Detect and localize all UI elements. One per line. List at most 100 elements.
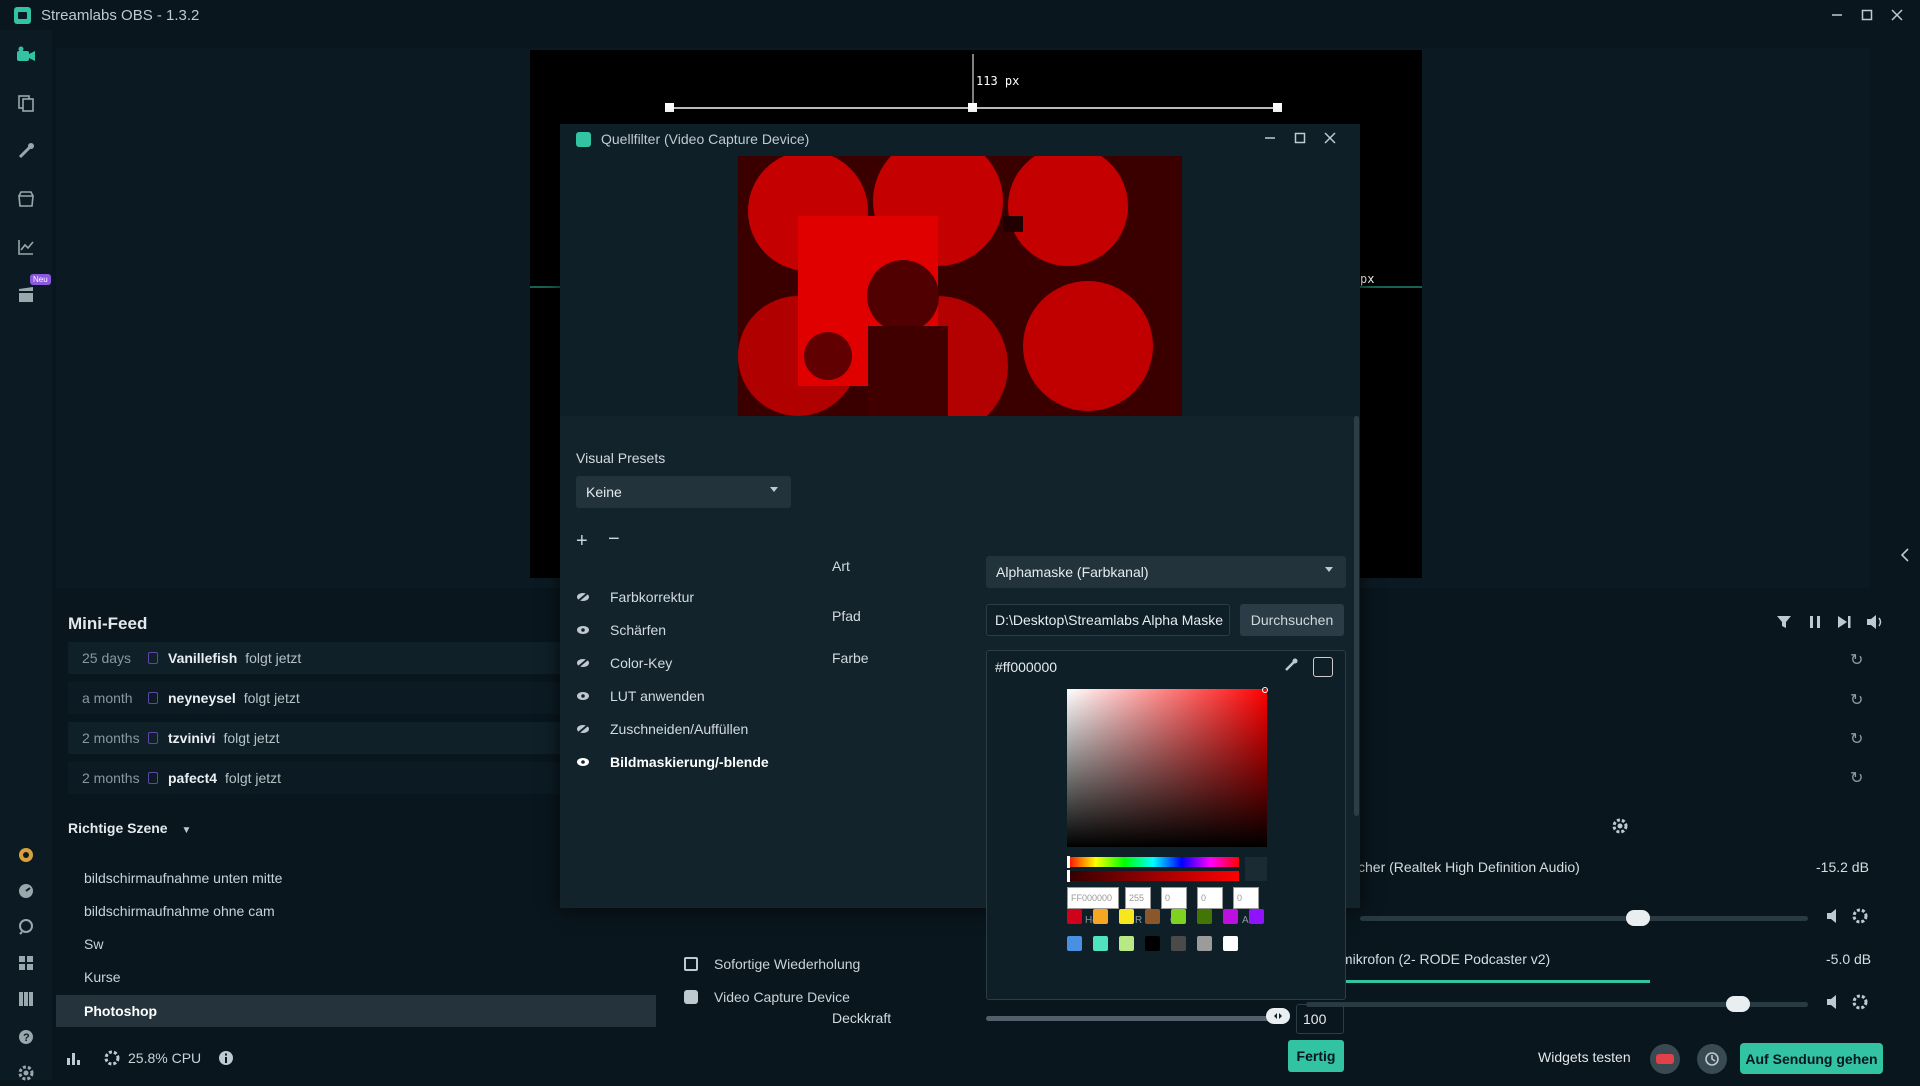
preset-color-swatch[interactable] <box>1223 909 1238 924</box>
filter-icon[interactable] <box>1776 614 1792 630</box>
scene-item[interactable]: Sw <box>56 928 656 960</box>
pause-icon[interactable] <box>1808 614 1822 630</box>
path-input[interactable]: D:\Desktop\Streamlabs Alpha Maske <box>986 604 1230 636</box>
filter-item[interactable]: Zuschneiden/Auffüllen <box>576 716 796 742</box>
color-swatch-current[interactable] <box>1313 657 1333 677</box>
hue-slider[interactable] <box>1067 856 1239 868</box>
minimize-icon[interactable] <box>1264 132 1276 144</box>
eye-slash-icon[interactable] <box>576 722 590 736</box>
maximize-icon[interactable] <box>1852 0 1882 30</box>
art-select[interactable]: Alphamaske (Farbkanal) <box>986 556 1346 588</box>
close-icon[interactable] <box>1324 132 1336 144</box>
maximize-icon[interactable] <box>1294 132 1306 144</box>
opacity-slider-knob[interactable] <box>1266 1008 1290 1024</box>
preset-color-swatch[interactable] <box>1171 936 1186 951</box>
scene-collection-title[interactable]: Richtige Szene ▼ <box>68 820 191 836</box>
layouts-icon[interactable] <box>13 90 39 116</box>
preset-color-swatch[interactable] <box>1119 936 1134 951</box>
preset-color-swatch[interactable] <box>1093 936 1108 951</box>
chat-icon[interactable] <box>13 914 39 940</box>
preset-color-swatch[interactable] <box>1093 909 1108 924</box>
repeat-alert-icon[interactable]: ↻ <box>1850 650 1863 670</box>
preset-color-swatch[interactable] <box>1145 909 1160 924</box>
hue-handle[interactable] <box>1067 856 1070 868</box>
go-live-button[interactable]: Auf Sendung gehen <box>1740 1043 1883 1074</box>
eye-icon[interactable] <box>576 689 590 703</box>
opacity-slider-track[interactable] <box>986 1016 1278 1021</box>
hex-input[interactable]: FF000000 <box>1067 887 1119 909</box>
preset-color-swatch[interactable] <box>1223 936 1238 951</box>
record-button[interactable] <box>1650 1044 1680 1074</box>
mixer-settings-icon[interactable] <box>1612 818 1628 834</box>
stats-chart-icon[interactable] <box>13 234 39 260</box>
preset-color-swatch[interactable] <box>1197 936 1212 951</box>
opacity-input[interactable]: 100 <box>1296 1004 1344 1034</box>
help-icon[interactable]: ? <box>13 1024 39 1050</box>
volume-icon[interactable] <box>1826 908 1842 924</box>
done-button[interactable]: Fertig <box>1288 1040 1344 1072</box>
visual-presets-select[interactable]: Keine <box>576 476 791 508</box>
scene-item[interactable]: Kurse <box>56 961 656 993</box>
b-input[interactable]: 0 <box>1197 887 1223 909</box>
preset-color-swatch[interactable] <box>1145 936 1160 951</box>
close-icon[interactable] <box>1882 0 1912 30</box>
alpha-handle[interactable] <box>1067 870 1070 882</box>
clapperboard-icon[interactable] <box>13 282 39 308</box>
g-input[interactable]: 0 <box>1161 887 1187 909</box>
preset-color-swatch[interactable] <box>1067 936 1082 951</box>
r-input[interactable]: 255 <box>1125 887 1151 909</box>
preset-color-swatch[interactable] <box>1171 909 1186 924</box>
eye-icon[interactable] <box>576 755 590 769</box>
minimize-icon[interactable] <box>1822 0 1852 30</box>
apps-grid-icon[interactable] <box>13 950 39 976</box>
scene-item-active[interactable]: Photoshop <box>56 995 656 1027</box>
a-input[interactable]: 0 <box>1233 887 1259 909</box>
dashboard-icon[interactable] <box>13 878 39 904</box>
filter-item-active[interactable]: Bildmaskierung/-blende <box>576 749 796 775</box>
eyedropper-icon[interactable] <box>1283 657 1299 673</box>
collapse-chevron-icon[interactable] <box>1900 548 1910 562</box>
browse-button[interactable]: Durchsuchen <box>1240 604 1344 636</box>
eye-icon[interactable] <box>576 623 590 637</box>
preset-color-swatch[interactable] <box>1249 909 1264 924</box>
prime-icon[interactable] <box>13 842 39 868</box>
settings-gear-icon[interactable] <box>13 1060 39 1086</box>
color-hex-value[interactable]: #ff000000 <box>995 659 1057 675</box>
eye-slash-icon[interactable] <box>576 590 590 604</box>
replay-buffer-icon[interactable] <box>1697 1044 1727 1074</box>
skip-icon[interactable] <box>1836 614 1852 630</box>
test-widgets-button[interactable]: Widgets testen <box>1538 1049 1631 1065</box>
preset-color-swatch[interactable] <box>1197 909 1212 924</box>
filter-item[interactable]: Color-Key <box>576 650 796 676</box>
performance-chart-icon[interactable] <box>66 1050 82 1066</box>
mixer-gear-icon[interactable] <box>1852 908 1868 924</box>
volume-icon[interactable] <box>1826 994 1842 1010</box>
editor-camera-icon[interactable] <box>13 42 39 68</box>
filter-item[interactable]: Farbkorrektur <box>576 584 796 610</box>
volume-slider-track[interactable] <box>1360 916 1808 921</box>
repeat-alert-icon[interactable]: ↻ <box>1850 690 1863 710</box>
saturation-area[interactable] <box>1067 687 1268 847</box>
eye-slash-icon[interactable] <box>576 656 590 670</box>
repeat-alert-icon[interactable]: ↻ <box>1850 729 1863 749</box>
saturation-cursor[interactable] <box>1262 687 1268 693</box>
filter-item[interactable]: LUT anwenden <box>576 683 796 709</box>
repeat-alert-icon[interactable]: ↻ <box>1850 768 1863 788</box>
info-icon[interactable] <box>218 1050 234 1066</box>
filter-label: Bildmaskierung/-blende <box>610 754 769 770</box>
store-icon[interactable] <box>13 186 39 212</box>
alpha-slider[interactable] <box>1067 870 1239 882</box>
remove-filter-button[interactable]: − <box>608 528 620 551</box>
volume-icon[interactable] <box>1866 614 1884 630</box>
mixer-gear-icon[interactable] <box>1852 994 1868 1010</box>
volume-slider-knob[interactable] <box>1725 996 1750 1012</box>
add-filter-button[interactable]: + <box>576 530 588 553</box>
feed-time: a month <box>82 690 133 706</box>
preset-color-swatch[interactable] <box>1067 909 1082 924</box>
volume-slider-knob[interactable] <box>1625 910 1650 926</box>
columns-icon[interactable] <box>13 986 39 1012</box>
themes-icon[interactable] <box>13 138 39 164</box>
preset-color-swatch[interactable] <box>1119 909 1134 924</box>
dialog-scrollbar[interactable] <box>1354 416 1359 816</box>
filter-item[interactable]: Schärfen <box>576 617 796 643</box>
